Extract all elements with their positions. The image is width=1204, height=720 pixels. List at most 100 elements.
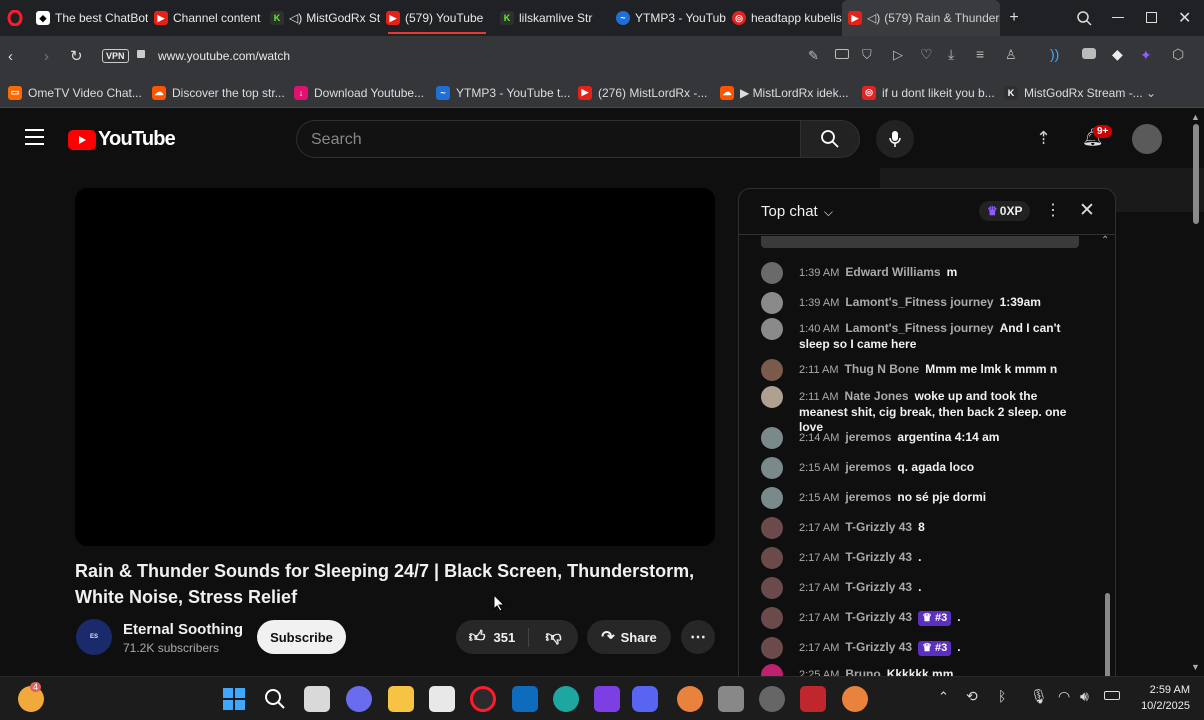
page-scroll-down-icon[interactable]: ▼ bbox=[1191, 662, 1200, 672]
search-tabs-icon[interactable] bbox=[1076, 10, 1092, 26]
extension-diamond-icon[interactable]: ◆ bbox=[1112, 46, 1123, 63]
bookmark-discover[interactable]: ☁ Discover the top str... bbox=[144, 85, 286, 100]
speaker-icon[interactable]: ◁) bbox=[289, 11, 302, 25]
chat-author-name[interactable]: Lamont's_Fitness journey bbox=[845, 295, 993, 309]
chat-author-name[interactable]: jeremos bbox=[845, 430, 891, 444]
chat-author-avatar[interactable] bbox=[761, 607, 783, 629]
chat-author-avatar[interactable] bbox=[761, 517, 783, 539]
bookmarks-overflow-icon[interactable]: ⌄ bbox=[1146, 86, 1156, 100]
bookmark-mistlordrx-idek[interactable]: ☁ ▶ MistLordRx idek... bbox=[712, 85, 854, 100]
bookmark-download-youtube[interactable]: ↓ Download Youtube... bbox=[286, 85, 428, 100]
chat-message[interactable]: 1:40 AM Lamont's_Fitness journey And I can… bbox=[761, 318, 1081, 352]
search-input[interactable]: Search bbox=[296, 120, 802, 158]
upload-icon[interactable]: ⇡ bbox=[1036, 128, 1051, 149]
account-avatar[interactable] bbox=[1132, 124, 1162, 154]
speaker-icon[interactable]: ◁) bbox=[867, 11, 880, 25]
chat-author-avatar[interactable] bbox=[761, 359, 783, 381]
app-fox-2-icon[interactable] bbox=[842, 686, 868, 712]
chat-scrollbar-thumb[interactable] bbox=[1105, 593, 1110, 679]
app-red-icon[interactable] bbox=[800, 686, 826, 712]
chat-author-name[interactable]: T-Grizzly 43 bbox=[845, 580, 912, 594]
chat-message[interactable]: 2:17 AM T-Grizzly 43. bbox=[761, 577, 1081, 599]
menu-lines-icon[interactable]: ≡ bbox=[976, 46, 984, 62]
profile-icon[interactable]: ♙ bbox=[1005, 47, 1017, 63]
chat-mode-selector[interactable]: Top chat ⌵ bbox=[761, 203, 833, 220]
tab-headtapp[interactable]: ◎ headtapp kubelis bbox=[726, 0, 842, 36]
tab-mistgodrx[interactable]: K ◁) MistGodRx St bbox=[264, 0, 380, 36]
chat-author-name[interactable]: jeremos bbox=[845, 490, 891, 504]
chat-author-avatar[interactable] bbox=[761, 386, 783, 408]
chat-menu-icon[interactable]: ⋮ bbox=[1045, 200, 1061, 220]
chat-message[interactable]: 1:39 AM Lamont's_Fitness journey 1:39am bbox=[761, 292, 1081, 314]
app-fox-icon[interactable] bbox=[677, 686, 703, 712]
chat-author-avatar[interactable] bbox=[761, 547, 783, 569]
bookmark-ytmp3[interactable]: ~ YTMP3 - YouTube t... bbox=[428, 85, 570, 100]
chat-message[interactable]: 2:17 AM T-Grizzly 43 8 bbox=[761, 517, 1081, 539]
chat-author-name[interactable]: Thug N Bone bbox=[845, 362, 920, 376]
tab-chatbot[interactable]: ◆ The best ChatBot bbox=[30, 0, 148, 36]
reload-icon[interactable]: ↻ bbox=[70, 47, 83, 65]
tab-lilskamlive[interactable]: Klilskamlive Str bbox=[494, 0, 610, 36]
video-player[interactable] bbox=[75, 188, 715, 546]
chat-author-avatar[interactable] bbox=[761, 487, 783, 509]
tab-youtube[interactable]: ▶ (579) YouTube bbox=[380, 0, 494, 36]
tray-volume-icon[interactable]: 🔊︎ bbox=[1080, 688, 1089, 705]
search-button[interactable] bbox=[800, 120, 860, 158]
bookmark-mistgodrx-stream[interactable]: K MistGodRx Stream -... bbox=[996, 85, 1146, 100]
chat-message[interactable]: 2:15 AM jeremos no sé pje dormi bbox=[761, 487, 1081, 509]
bookmark-if-u-dont[interactable]: ◎ if u dont likeit you b... bbox=[854, 85, 996, 100]
settings-gear-icon[interactable] bbox=[759, 686, 785, 712]
bookmark-ometv[interactable]: ▭ OmeTV Video Chat... bbox=[0, 85, 144, 100]
chat-author-name[interactable]: Edward Williams bbox=[845, 265, 940, 279]
tray-sync-icon[interactable]: ⟲ bbox=[966, 688, 978, 705]
vpn-badge[interactable]: VPN bbox=[102, 49, 129, 63]
more-actions-button[interactable]: ⋯ bbox=[681, 620, 715, 654]
chat-message[interactable]: 2:15 AM jeremos q. agada loco bbox=[761, 457, 1081, 479]
chat-author-name[interactable]: Nate Jones bbox=[845, 389, 909, 403]
url-field[interactable]: www.youtube.com/watch bbox=[158, 49, 290, 63]
show-hidden-icons-icon[interactable]: ⌃ bbox=[938, 689, 949, 705]
chat-message[interactable]: 2:11 AM Nate Jones woke up and took the me… bbox=[761, 386, 1081, 435]
channel-name[interactable]: Eternal Soothing bbox=[123, 621, 243, 638]
forward-icon[interactable]: › bbox=[44, 48, 49, 65]
extension-wallet-icon[interactable] bbox=[1082, 48, 1096, 59]
voice-search-button[interactable] bbox=[876, 120, 914, 158]
tray-mic-icon[interactable]: 🎙︎ bbox=[1030, 688, 1048, 705]
youtube-logo[interactable]: YouTube bbox=[68, 128, 176, 151]
outlook-icon[interactable] bbox=[512, 686, 538, 712]
opera-browser-icon[interactable] bbox=[470, 686, 496, 712]
chat-author-avatar[interactable] bbox=[761, 262, 783, 284]
edge-icon[interactable] bbox=[553, 686, 579, 712]
discord-icon[interactable] bbox=[632, 686, 658, 712]
chat-author-avatar[interactable] bbox=[761, 577, 783, 599]
file-explorer-icon[interactable] bbox=[388, 686, 414, 712]
minimize-icon[interactable] bbox=[1112, 17, 1124, 18]
maximize-icon[interactable] bbox=[1146, 12, 1157, 23]
chat-author-avatar[interactable] bbox=[761, 427, 783, 449]
chat-message[interactable]: 2:11 AM Thug N Bone Mmm me lmk k mmm n bbox=[761, 359, 1081, 381]
camera-app-icon[interactable] bbox=[718, 686, 744, 712]
chat-scroll-up-icon[interactable]: ⌃ bbox=[1101, 235, 1109, 246]
subscribe-button[interactable]: Subscribe bbox=[257, 620, 346, 654]
chat-author-avatar[interactable] bbox=[761, 457, 783, 479]
microsoft-store-icon[interactable] bbox=[429, 686, 455, 712]
chat-message[interactable]: 2:17 AM T-Grizzly 43. bbox=[761, 547, 1081, 569]
chat-author-name[interactable]: T-Grizzly 43 bbox=[845, 550, 912, 564]
extension-audio-icon[interactable]: )) bbox=[1050, 46, 1059, 62]
extension-purple-icon[interactable]: ✦ bbox=[1140, 47, 1152, 64]
tray-bluetooth-icon[interactable]: ᛒ bbox=[998, 688, 1006, 704]
chat-message[interactable]: 1:39 AM Edward Williams m bbox=[761, 262, 1081, 284]
page-scrollbar-thumb[interactable] bbox=[1193, 124, 1199, 224]
edit-icon[interactable]: ✎ bbox=[808, 48, 819, 64]
tab-channel-content[interactable]: ▶ Channel content - bbox=[148, 0, 264, 36]
chat-message[interactable]: 2:14 AM jeremos argentina 4:14 am bbox=[761, 427, 1081, 449]
copilot-icon[interactable] bbox=[346, 686, 372, 712]
chat-author-name[interactable]: T-Grizzly 43 bbox=[845, 520, 912, 534]
start-windows-icon[interactable] bbox=[221, 686, 247, 712]
tab-rain-thunder[interactable]: ▶ ◁) (579) Rain & Thunder bbox=[842, 0, 1000, 36]
task-view-icon[interactable] bbox=[304, 686, 330, 712]
chat-author-name[interactable]: T-Grizzly 43 bbox=[845, 640, 912, 654]
heart-icon[interactable]: ♡ bbox=[920, 46, 933, 63]
chat-author-name[interactable]: Lamont's_Fitness journey bbox=[845, 321, 993, 335]
chat-author-avatar[interactable] bbox=[761, 292, 783, 314]
